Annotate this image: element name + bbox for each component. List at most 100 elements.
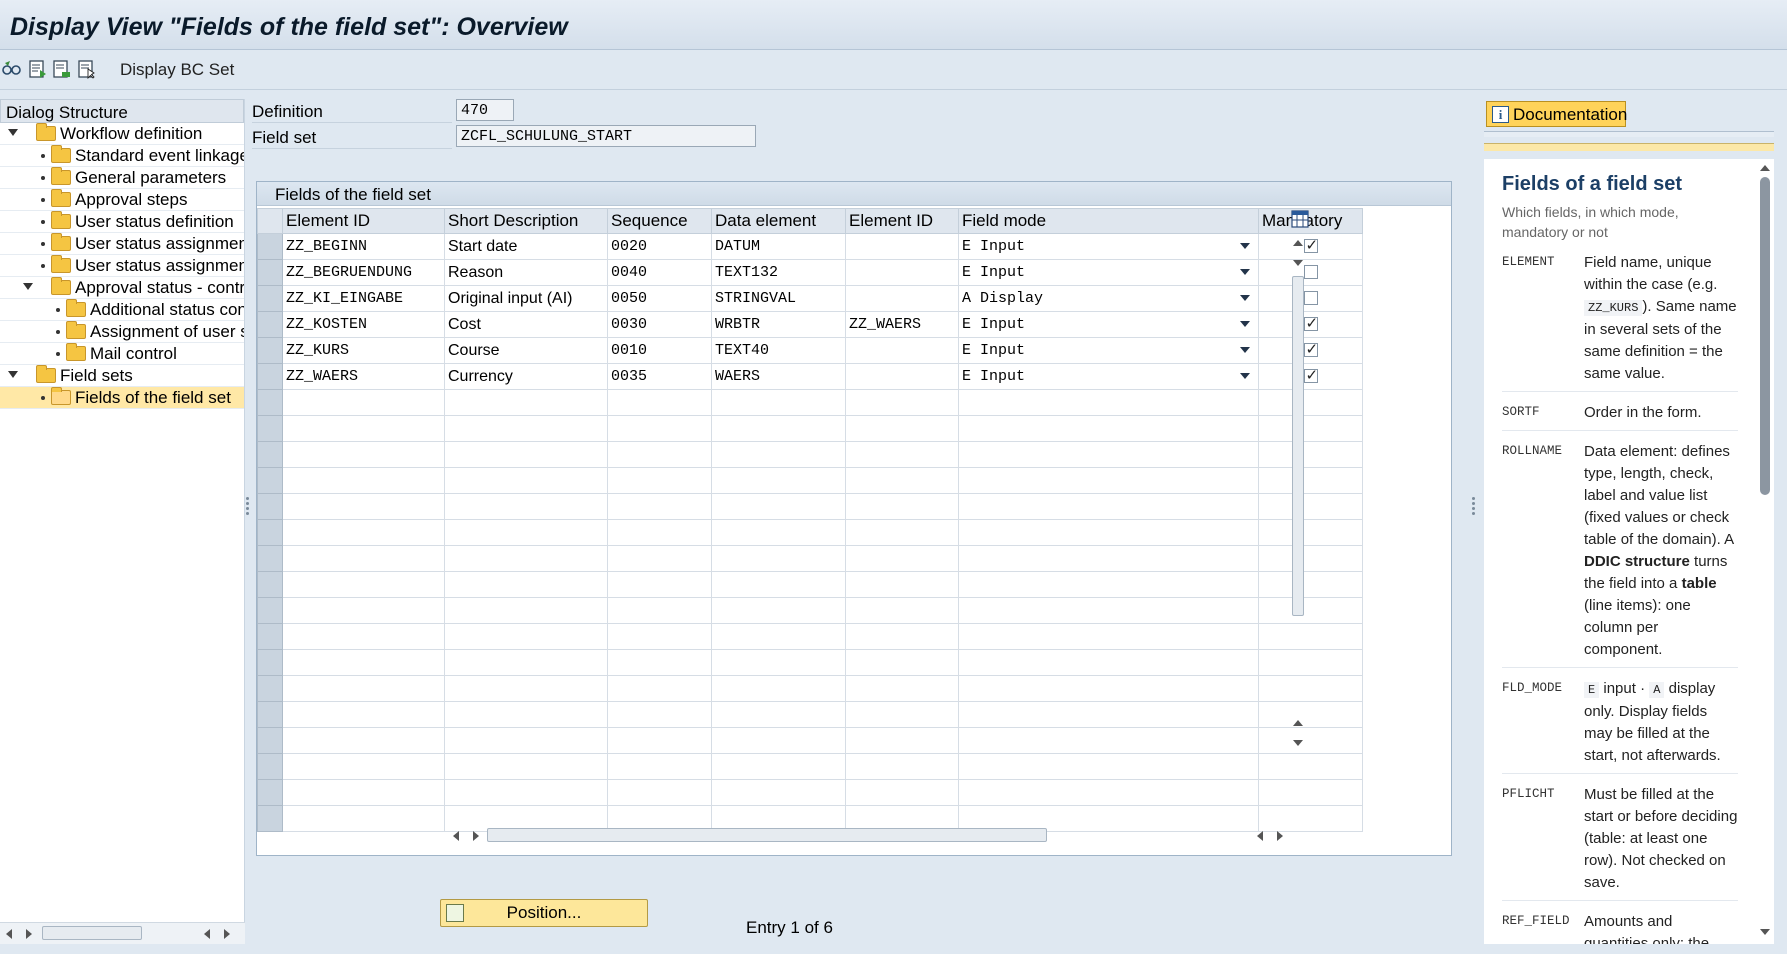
empty-cell[interactable] — [711, 415, 846, 442]
empty-table-row[interactable] — [257, 519, 1363, 546]
empty-cell[interactable] — [1258, 675, 1363, 702]
row-selector[interactable] — [257, 467, 283, 494]
empty-cell[interactable] — [711, 571, 846, 598]
empty-cell[interactable] — [845, 623, 959, 650]
dropdown-arrow-icon[interactable] — [1240, 295, 1250, 301]
data-element-cell[interactable]: WAERS — [711, 363, 846, 390]
display-bc-set-button[interactable]: Display BC Set — [120, 60, 234, 80]
documentation-tab[interactable]: i Documentation — [1486, 101, 1627, 127]
row-selector[interactable] — [257, 649, 283, 676]
tree-item[interactable]: User status assignment (d — [0, 255, 244, 277]
scroll-right-icon[interactable] — [224, 929, 230, 939]
empty-table-row[interactable] — [257, 597, 1363, 624]
tree-item[interactable]: General parameters — [0, 167, 244, 189]
tree-item[interactable]: Field sets — [0, 365, 244, 387]
column-header[interactable]: Short Description — [444, 208, 608, 234]
empty-cell[interactable] — [958, 701, 1259, 728]
empty-cell[interactable] — [711, 701, 846, 728]
empty-cell[interactable] — [607, 441, 712, 468]
empty-cell[interactable] — [282, 727, 445, 754]
empty-cell[interactable] — [607, 701, 712, 728]
table-row[interactable]: ZZ_WAERS Currency 0035 WAERS E Input — [257, 363, 1363, 390]
table-vertical-scrollbar[interactable] — [1288, 208, 1308, 746]
empty-cell[interactable] — [845, 571, 959, 598]
empty-cell[interactable] — [444, 441, 608, 468]
ref-element-id-cell[interactable] — [845, 285, 959, 312]
empty-table-row[interactable] — [257, 571, 1363, 598]
empty-cell[interactable] — [607, 623, 712, 650]
sequence-cell[interactable]: 0035 — [607, 363, 712, 390]
empty-cell[interactable] — [607, 753, 712, 780]
empty-table-row[interactable] — [257, 701, 1363, 728]
empty-cell[interactable] — [845, 389, 959, 416]
empty-cell[interactable] — [1258, 493, 1363, 520]
row-selector[interactable] — [257, 441, 283, 468]
empty-cell[interactable] — [607, 493, 712, 520]
column-header[interactable]: Mandatory — [1258, 208, 1363, 234]
table-scroll-thumb[interactable] — [1292, 276, 1304, 616]
row-selector[interactable] — [257, 233, 283, 260]
row-selector[interactable] — [257, 519, 283, 546]
empty-cell[interactable] — [444, 389, 608, 416]
empty-cell[interactable] — [444, 649, 608, 676]
empty-cell[interactable] — [444, 467, 608, 494]
left-splitter-handle[interactable] — [244, 495, 250, 535]
table-row[interactable]: ZZ_KI_EINGABE Original input (AI) 0050 STRI… — [257, 285, 1363, 312]
empty-cell[interactable] — [444, 675, 608, 702]
tree-item[interactable]: Fields of the field set — [0, 387, 244, 409]
row-selector[interactable] — [257, 675, 283, 702]
documentation-splitter[interactable] — [1484, 143, 1774, 151]
empty-cell[interactable] — [282, 623, 445, 650]
column-header[interactable]: Element ID — [845, 208, 959, 234]
empty-cell[interactable] — [282, 649, 445, 676]
table-row[interactable]: ZZ_KURS Course 0010 TEXT40 E Input — [257, 337, 1363, 364]
empty-cell[interactable] — [444, 701, 608, 728]
empty-cell[interactable] — [444, 623, 608, 650]
empty-cell[interactable] — [845, 701, 959, 728]
documentation-vertical-scrollbar[interactable] — [1756, 159, 1774, 944]
empty-cell[interactable] — [711, 727, 846, 754]
table-row[interactable]: ZZ_BEGINN Start date 0020 DATUM E Input — [257, 233, 1363, 260]
empty-cell[interactable] — [282, 545, 445, 572]
empty-cell[interactable] — [444, 597, 608, 624]
empty-cell[interactable] — [282, 415, 445, 442]
field-mode-dropdown[interactable]: E Input — [958, 311, 1259, 338]
empty-cell[interactable] — [282, 519, 445, 546]
empty-cell[interactable] — [711, 597, 846, 624]
row-selector[interactable] — [257, 337, 283, 364]
empty-cell[interactable] — [1258, 623, 1363, 650]
dropdown-arrow-icon[interactable] — [1240, 269, 1250, 275]
empty-cell[interactable] — [711, 389, 846, 416]
data-element-cell[interactable]: DATUM — [711, 233, 846, 260]
empty-cell[interactable] — [607, 389, 712, 416]
scroll-right-icon[interactable] — [26, 929, 32, 939]
left-horizontal-scrollbar[interactable] — [0, 922, 245, 944]
empty-cell[interactable] — [607, 727, 712, 754]
empty-cell[interactable] — [711, 441, 846, 468]
tree-item[interactable]: Standard event linkages — [0, 145, 244, 167]
empty-cell[interactable] — [958, 597, 1259, 624]
ref-element-id-cell[interactable] — [845, 363, 959, 390]
element-id-cell[interactable]: ZZ_KURS — [282, 337, 445, 364]
left-scroll-thumb[interactable] — [42, 926, 142, 940]
empty-cell[interactable] — [1258, 415, 1363, 442]
empty-cell[interactable] — [958, 441, 1259, 468]
glasses-change-icon[interactable] — [2, 59, 22, 79]
empty-cell[interactable] — [958, 493, 1259, 520]
empty-cell[interactable] — [845, 415, 959, 442]
empty-table-row[interactable] — [257, 389, 1363, 416]
empty-cell[interactable] — [607, 597, 712, 624]
field-mode-dropdown[interactable]: E Input — [958, 363, 1259, 390]
empty-cell[interactable] — [1258, 571, 1363, 598]
empty-cell[interactable] — [1258, 779, 1363, 806]
data-element-cell[interactable]: STRINGVAL — [711, 285, 846, 312]
row-selector[interactable] — [257, 311, 283, 338]
empty-cell[interactable] — [958, 649, 1259, 676]
empty-cell[interactable] — [282, 441, 445, 468]
empty-cell[interactable] — [1258, 701, 1363, 728]
empty-cell[interactable] — [444, 727, 608, 754]
tree-item[interactable]: Approval status - control — [0, 277, 244, 299]
empty-cell[interactable] — [607, 571, 712, 598]
empty-cell[interactable] — [444, 779, 608, 806]
row-selector[interactable] — [257, 753, 283, 780]
